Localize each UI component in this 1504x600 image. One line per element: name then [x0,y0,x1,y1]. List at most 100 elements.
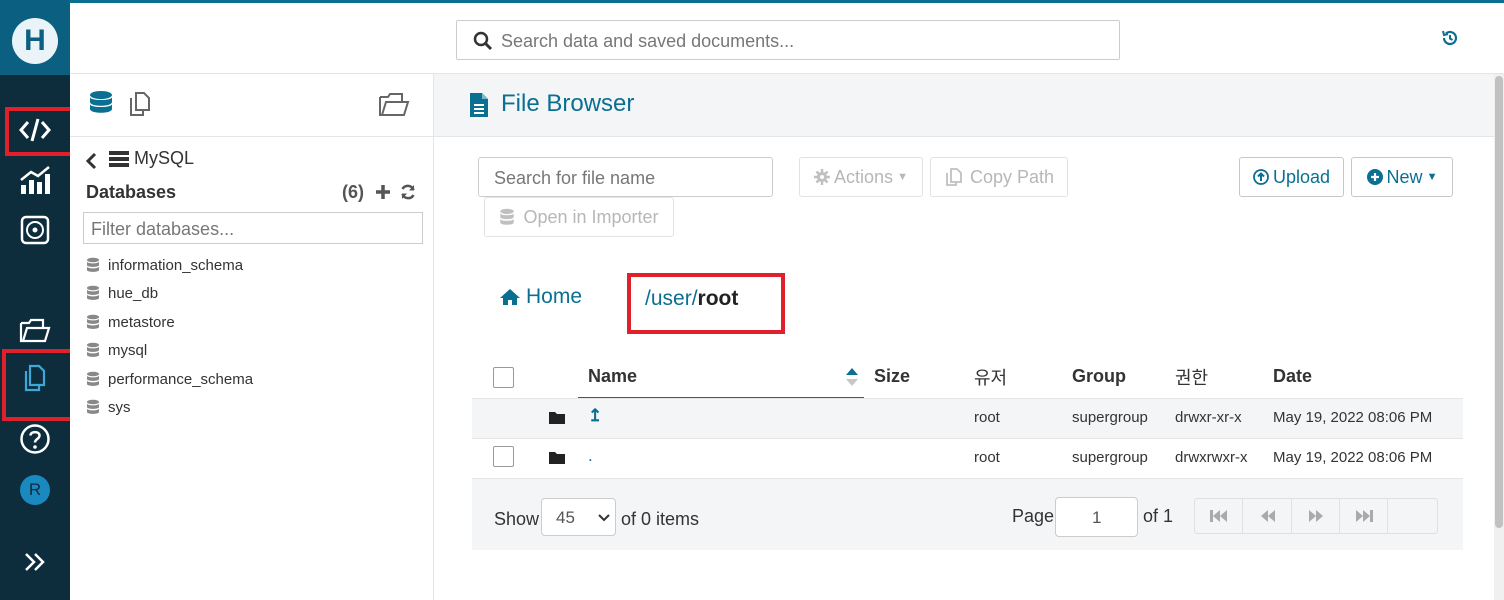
column-header-user[interactable]: 유저 [974,364,1007,390]
database-item[interactable]: performance_schema [86,367,253,391]
page-size-value: 45 [556,508,575,527]
page-label: Page [1012,506,1055,526]
file-browser-doc-icon [468,92,490,123]
page-title: File Browser [501,90,635,117]
column-header-group[interactable]: Group [1072,366,1126,387]
folder-tab-icon[interactable] [378,90,410,123]
database-name: performance_schema [108,370,254,388]
file-search-placeholder: Search for file name [494,168,656,188]
database-icon [87,285,99,300]
server-icon [108,150,130,173]
folder-icon [548,450,566,470]
hue-logo[interactable]: H [12,18,58,64]
items-count: of 0 items [621,509,700,529]
refresh-icon[interactable] [399,183,417,206]
home-label: Home [526,285,583,308]
database-icon [87,257,99,272]
copy-icon [946,168,962,186]
open-folder-icon[interactable] [17,312,53,348]
help-icon[interactable] [17,421,53,457]
database-item[interactable]: information_schema [86,253,243,277]
database-item[interactable]: sys [86,395,131,419]
copy-path-label: Copy Path [969,166,1055,187]
global-search-placeholder: Search data and saved documents... [501,31,795,51]
chevron-down-icon [598,514,610,522]
home-link[interactable]: Home [499,285,582,309]
global-search-input[interactable]: Search data and saved documents... [456,20,1120,60]
database-name: information_schema [108,256,244,274]
search-icon [473,31,493,51]
dashboard-chart-icon[interactable] [17,162,53,198]
database-item[interactable]: metastore [86,310,175,334]
copy-path-button[interactable]: Copy Path [930,157,1068,197]
next-page-icon[interactable] [1292,498,1340,534]
database-icon [87,399,99,414]
database-icon [87,314,99,329]
database-tab-icon[interactable] [88,90,114,123]
upload-circle-icon [1253,169,1269,185]
upload-label: Upload [1272,166,1331,187]
database-name: metastore [108,313,175,331]
select-all-checkbox[interactable] [493,367,514,388]
row-group: supergroup [1072,409,1148,426]
expand-nav-icon[interactable] [17,544,53,580]
sort-icon[interactable] [845,366,859,393]
open-in-importer-button[interactable]: Open in Importer [484,197,674,237]
folder-icon [548,410,566,430]
database-icon [87,371,99,386]
row-permission: drwxr-xr-x [1175,409,1242,426]
new-button[interactable]: New ▼ [1351,157,1453,197]
databases-title: Databases [86,182,177,202]
gear-icon [814,169,831,185]
filter-databases-placeholder: Filter databases... [91,219,235,239]
home-icon [500,289,520,305]
plus-circle-icon [1366,169,1383,185]
database-icon [87,342,99,357]
logo-area: H [0,0,70,75]
database-item[interactable]: hue_db [86,281,158,305]
row-permission: drwxrwxr-x [1175,449,1248,466]
column-header-date[interactable]: Date [1273,366,1312,387]
row-name-parent[interactable]: ↥ [588,406,602,426]
row-group: supergroup [1072,449,1148,466]
scrollbar-thumb[interactable] [1495,76,1503,528]
left-navigation [0,0,70,600]
column-header-name[interactable]: Name [588,366,637,387]
open-in-importer-label: Open in Importer [523,206,659,227]
database-name: mysql [108,341,148,359]
highlight-box-files [2,349,78,421]
first-page-icon[interactable] [1195,498,1243,534]
files-tab-icon[interactable] [126,90,154,123]
page-size-select[interactable]: 45 [541,498,616,536]
new-label: New [1386,166,1423,187]
source-name[interactable]: MySQL [134,148,194,169]
file-search-input[interactable]: Search for file name [478,157,773,197]
page-number-input[interactable]: 1 [1055,497,1138,537]
previous-page-icon[interactable] [1244,498,1292,534]
caret-down-icon: ▼ [1426,171,1438,183]
column-header-size[interactable]: Size [874,366,910,387]
databases-count: (6) [342,182,364,202]
actions-button[interactable]: Actions ▼ [799,157,923,197]
database-item[interactable]: mysql [86,338,147,362]
row-user: root [974,409,1000,426]
upload-button[interactable]: Upload [1239,157,1344,197]
database-name: hue_db [108,284,159,302]
assist-divider [70,136,434,137]
scheduler-icon[interactable] [17,212,53,248]
filter-databases-input[interactable]: Filter databases... [83,212,423,244]
logo-letter: H [24,24,46,57]
back-chevron-icon[interactable] [84,151,98,176]
add-database-icon[interactable] [374,183,392,206]
row-checkbox[interactable] [493,446,514,467]
last-page-icon[interactable] [1340,498,1388,534]
history-icon[interactable] [1440,28,1462,50]
user-avatar[interactable]: R [20,475,50,505]
column-header-permission[interactable]: 권한 [1175,364,1208,390]
page-total: of 1 [1143,506,1174,526]
row-date: May 19, 2022 08:06 PM [1273,409,1433,426]
database-name: sys [108,398,131,416]
row-name-current[interactable]: . [588,446,593,466]
actions-label: Actions [834,166,894,187]
page-number-value: 1 [1092,508,1102,527]
